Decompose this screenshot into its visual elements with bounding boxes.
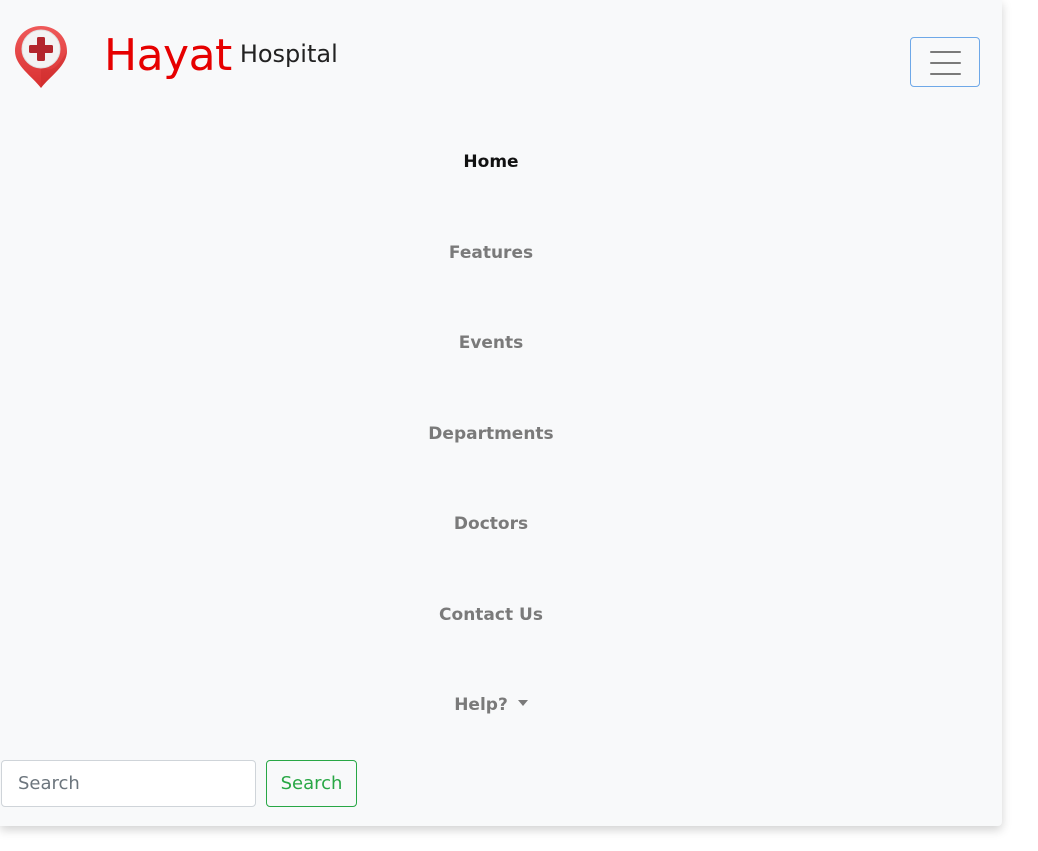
navbar-toggler-button[interactable] bbox=[910, 37, 980, 87]
nav-item-contact-us: Contact Us bbox=[0, 570, 982, 661]
nav-link-doctors[interactable]: Doctors bbox=[454, 514, 528, 534]
help-dropdown-label: Help? bbox=[454, 695, 508, 716]
search-button[interactable]: Search bbox=[266, 760, 357, 807]
nav-link-events[interactable]: Events bbox=[459, 333, 524, 353]
brand-name: Hayat bbox=[104, 30, 232, 81]
caret-down-icon bbox=[517, 700, 528, 707]
brand-subtitle: Hospital bbox=[239, 40, 338, 68]
nav-item-events: Events bbox=[0, 298, 982, 389]
help-dropdown-toggle[interactable]: Help? bbox=[454, 695, 528, 715]
nav-link-features[interactable]: Features bbox=[449, 243, 533, 263]
nav-item-help: Help? bbox=[0, 660, 982, 751]
nav-link-departments[interactable]: Departments bbox=[428, 424, 553, 444]
brand-link[interactable]: Hayat Hospital bbox=[12, 24, 338, 90]
search-form: Search bbox=[1, 760, 357, 807]
nav-item-home: Home bbox=[0, 117, 982, 208]
nav-menu: Home Features Events Departments Doctors… bbox=[0, 117, 982, 751]
hamburger-menu-icon bbox=[930, 51, 961, 75]
nav-link-contact-us[interactable]: Contact Us bbox=[439, 605, 543, 625]
nav-item-departments: Departments bbox=[0, 389, 982, 480]
location-pin-medical-cross-icon bbox=[15, 26, 67, 88]
nav-item-features: Features bbox=[0, 208, 982, 299]
navbar: Hayat Hospital Home Features Events Depa… bbox=[0, 0, 1002, 826]
nav-link-home[interactable]: Home bbox=[463, 152, 518, 172]
nav-item-doctors: Doctors bbox=[0, 479, 982, 570]
search-input[interactable] bbox=[1, 760, 256, 807]
